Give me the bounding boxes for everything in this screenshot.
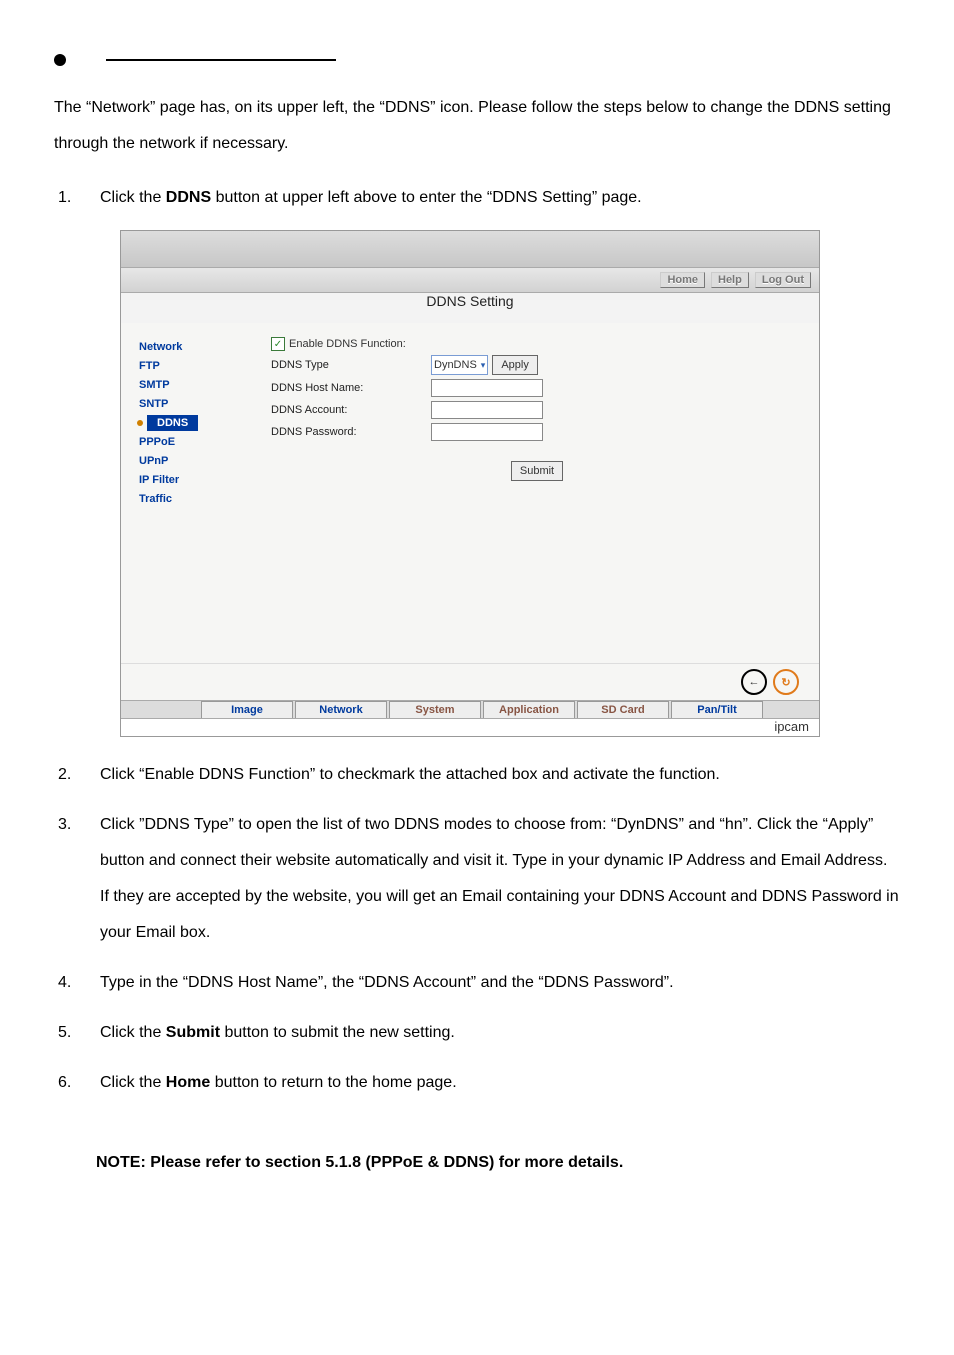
select-value: DynDNS [434,359,477,371]
step-text: Click the Submit button to submit the ne… [100,1015,900,1051]
enable-checkbox[interactable]: ✓ [271,337,285,351]
ddns-type-select[interactable]: DynDNS ▾ [431,355,488,375]
sidebar-item-network[interactable]: Network [137,338,251,356]
sidebar: Network FTP SMTP SNTP DDNS PPPoE UPnP IP… [121,323,251,663]
screenshot-ddns-setting: Home Help Log Out DDNS Setting Network F… [120,230,820,737]
sidebar-item-ddns-row[interactable]: DDNS [137,414,251,432]
list-item: 2. Click “Enable DDNS Function” to check… [58,757,900,793]
password-row: DDNS Password: [271,423,799,441]
page-title: DDNS Setting [121,293,819,309]
step-number: 6. [58,1065,100,1101]
bullet-icon [54,54,66,66]
document-page: The “Network” page has, on its upper lef… [0,0,954,1221]
sidebar-item-ftp[interactable]: FTP [137,357,251,375]
account-input[interactable] [431,401,543,419]
bottom-icon-bar: ← ↻ [121,663,819,700]
top-link-bar: Home Help Log Out [121,268,819,293]
list-item: 4. Type in the “DDNS Host Name”, the “DD… [58,965,900,1001]
logout-button[interactable]: Log Out [755,272,811,288]
note-text: NOTE: Please refer to section 5.1.8 (PPP… [96,1145,900,1181]
step-text: Click “Enable DDNS Function” to checkmar… [100,757,900,793]
step-number: 2. [58,757,100,793]
list-item: 5. Click the Submit button to submit the… [58,1015,900,1051]
step-number: 4. [58,965,100,1001]
content-area: Network FTP SMTP SNTP DDNS PPPoE UPnP IP… [121,323,819,663]
help-button[interactable]: Help [711,272,749,288]
password-input[interactable] [431,423,543,441]
sidebar-item-smtp[interactable]: SMTP [137,376,251,394]
chevron-down-icon: ▾ [481,360,486,371]
tab-system[interactable]: System [389,701,481,718]
window-titlebar [121,231,819,268]
brand-label: ipcam [121,718,819,736]
step-number: 3. [58,807,100,951]
step-text: Click the Home button to return to the h… [100,1065,900,1101]
list-item: 6. Click the Home button to return to th… [58,1065,900,1101]
type-label: DDNS Type [271,359,431,371]
tab-image[interactable]: Image [201,701,293,718]
submit-button[interactable]: Submit [511,461,563,481]
password-label: DDNS Password: [271,426,431,438]
steps-list-cont: 2. Click “Enable DDNS Function” to check… [54,757,900,1101]
step-text: Type in the “DDNS Host Name”, the “DDNS … [100,965,900,1001]
list-item: 1. Click the DDNS button at upper left a… [58,180,900,216]
account-row: DDNS Account: [271,401,799,419]
tab-network[interactable]: Network [295,701,387,718]
step-number: 5. [58,1015,100,1051]
step-text: Click ”DDNS Type” to open the list of tw… [100,807,900,951]
step-text: Click the DDNS button at upper left abov… [100,180,900,216]
enable-label: Enable DDNS Function: [289,338,406,350]
back-arrow-icon[interactable]: ← [741,669,767,695]
sidebar-item-traffic[interactable]: Traffic [137,490,251,508]
account-label: DDNS Account: [271,404,431,416]
sidebar-item-pppoe[interactable]: PPPoE [137,433,251,451]
form-panel: ✓ Enable DDNS Function: DDNS Type DynDNS… [251,323,819,663]
home-button[interactable]: Home [660,272,705,288]
step-number: 1. [58,180,100,216]
tab-spacer [121,701,201,718]
intro-paragraph: The “Network” page has, on its upper lef… [54,90,900,162]
tab-application[interactable]: Application [483,701,575,718]
host-row: DDNS Host Name: [271,379,799,397]
submit-row: Submit [271,461,799,481]
type-row: DDNS Type DynDNS ▾ Apply [271,355,799,375]
host-input[interactable] [431,379,543,397]
heading-underline [106,59,336,61]
tab-sdcard[interactable]: SD Card [577,701,669,718]
bottom-tab-bar: Image Network System Application SD Card… [121,700,819,718]
apply-button[interactable]: Apply [492,355,538,375]
tab-pantilt[interactable]: Pan/Tilt [671,701,763,718]
sidebar-item-ddns[interactable]: DDNS [147,415,198,431]
sidebar-item-upnp[interactable]: UPnP [137,452,251,470]
sidebar-item-sntp[interactable]: SNTP [137,395,251,413]
section-heading-row [54,54,900,66]
steps-list: 1. Click the DDNS button at upper left a… [54,180,900,216]
list-item: 3. Click ”DDNS Type” to open the list of… [58,807,900,951]
sidebar-item-ipfilter[interactable]: IP Filter [137,471,251,489]
enable-row: ✓ Enable DDNS Function: [271,337,799,351]
refresh-icon[interactable]: ↻ [773,669,799,695]
active-dot-icon [137,420,143,426]
host-label: DDNS Host Name: [271,382,431,394]
